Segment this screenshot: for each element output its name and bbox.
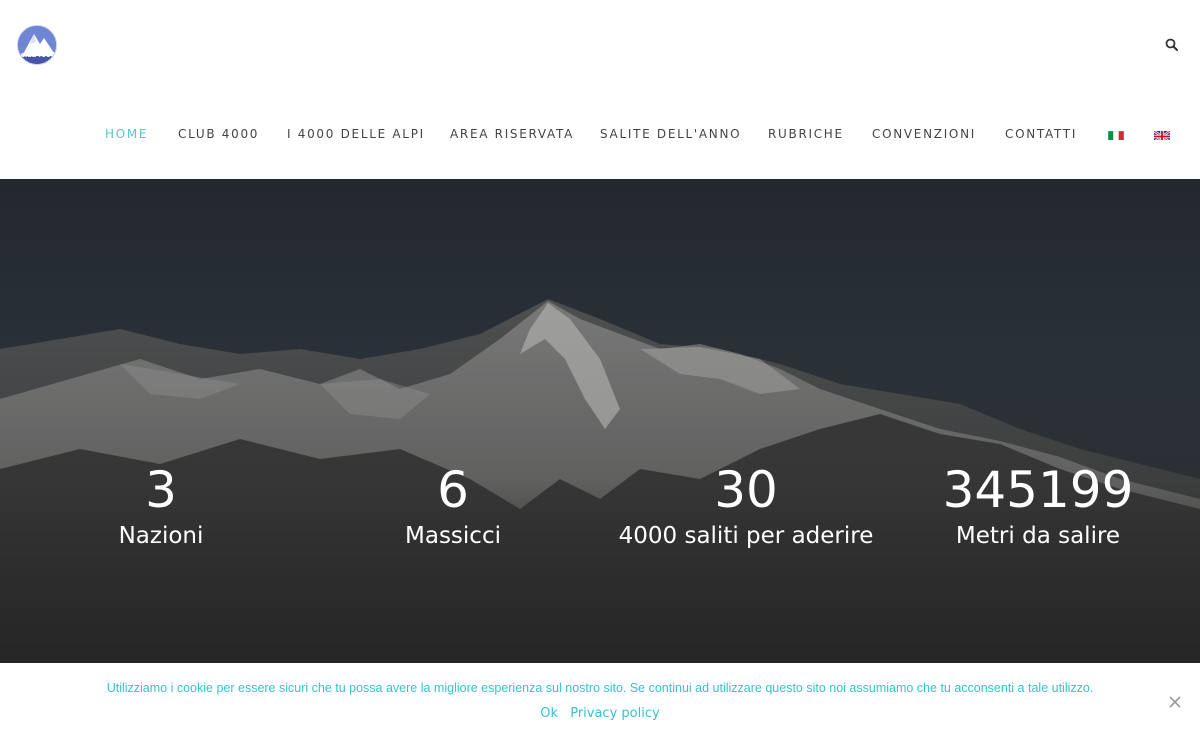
nav-item-club-4000[interactable]: CLUB 4000 xyxy=(178,126,259,142)
nav-item-convenzioni[interactable]: CONVENZIONI xyxy=(872,126,976,142)
cookie-actions: Ok Privacy policy xyxy=(0,706,1200,721)
stat-massicci: 6 Massicci xyxy=(307,461,599,550)
stat-value: 6 xyxy=(437,461,469,519)
search-button[interactable] xyxy=(1164,37,1180,53)
stat-label: Metri da salire xyxy=(955,523,1121,549)
nav-item-home[interactable]: HOME xyxy=(105,126,148,142)
nav-item-area-riservata[interactable]: AREA RISERVATA xyxy=(450,126,574,142)
nav-item-4000-delle-alpi[interactable]: I 4000 DELLE ALPI xyxy=(287,126,425,142)
stat-metri-da-salire: 345199 Metri da salire xyxy=(892,461,1184,550)
stat-value: 30 xyxy=(714,461,778,519)
stat-label: Nazioni xyxy=(118,523,204,549)
uk-flag-icon[interactable] xyxy=(1154,129,1170,140)
stat-4000-saliti: 30 4000 saliti per aderire xyxy=(600,461,892,550)
stat-label: Massicci xyxy=(405,523,501,549)
cookie-notice-text: Utilizziamo i cookie per essere sicuri c… xyxy=(106,681,1094,695)
stat-label: 4000 saliti per aderire xyxy=(618,523,874,549)
italian-flag-icon[interactable] xyxy=(1108,129,1124,140)
stat-value: 345199 xyxy=(942,461,1134,519)
close-icon[interactable] xyxy=(1168,695,1182,709)
mountain-background-image xyxy=(0,299,1200,663)
cookie-banner: Utilizziamo i cookie per essere sicuri c… xyxy=(0,663,1200,740)
main-nav: HOME CLUB 4000 I 4000 DELLE ALPI AREA RI… xyxy=(0,126,1200,142)
privacy-policy-link[interactable]: Privacy policy xyxy=(570,706,659,721)
stat-value: 3 xyxy=(145,461,177,519)
hero-section: 3 Nazioni 6 Massicci 30 4000 saliti per … xyxy=(0,179,1200,663)
nav-item-salite-dell-anno[interactable]: SALITE DELL'ANNO xyxy=(600,126,741,142)
logo-text: club4000 xyxy=(20,51,56,59)
cookie-ok-button[interactable]: Ok xyxy=(540,706,558,721)
search-icon xyxy=(1165,38,1178,51)
nav-item-contatti[interactable]: CONTATTI xyxy=(1005,126,1077,142)
site-header: club4000 HOME CLUB 4000 I 4000 DELLE ALP… xyxy=(0,0,1200,179)
stat-nazioni: 3 Nazioni xyxy=(15,461,307,550)
mountain-logo-icon xyxy=(18,26,56,64)
club4000-logo[interactable]: club4000 xyxy=(17,25,57,65)
nav-item-rubriche[interactable]: RUBRICHE xyxy=(768,126,844,142)
